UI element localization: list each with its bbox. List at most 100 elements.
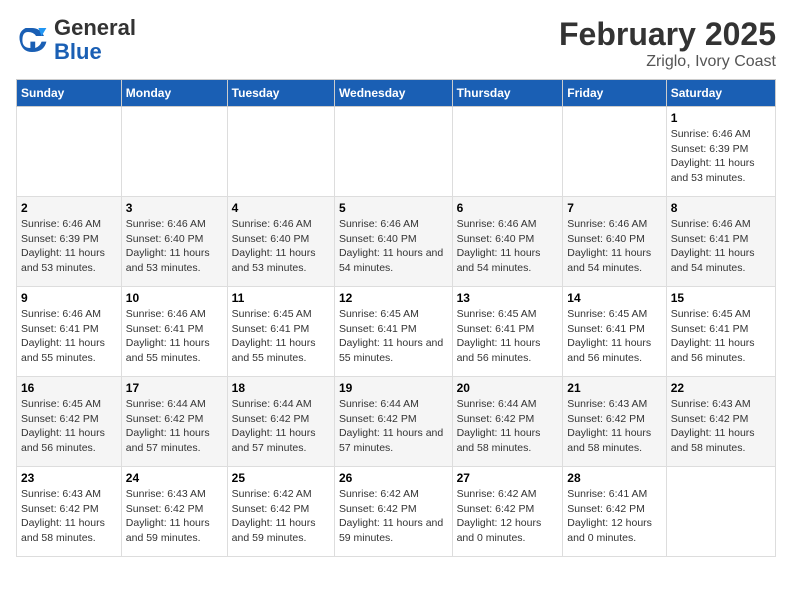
day-number: 18: [232, 381, 330, 395]
day-number: 5: [339, 201, 448, 215]
page-header: General Blue February 2025 Zriglo, Ivory…: [16, 16, 776, 71]
logo-text: General Blue: [54, 16, 136, 64]
page-subtitle: Zriglo, Ivory Coast: [559, 53, 776, 71]
calendar-cell: [227, 107, 334, 197]
day-number: 20: [457, 381, 559, 395]
day-number: 10: [126, 291, 223, 305]
day-number: 9: [21, 291, 117, 305]
day-number: 23: [21, 471, 117, 485]
day-detail: Sunrise: 6:45 AM Sunset: 6:41 PM Dayligh…: [671, 307, 771, 366]
day-detail: Sunrise: 6:43 AM Sunset: 6:42 PM Dayligh…: [567, 397, 661, 456]
day-number: 26: [339, 471, 448, 485]
calendar-cell: 18 Sunrise: 6:44 AM Sunset: 6:42 PM Dayli…: [227, 377, 334, 467]
day-detail: Sunrise: 6:41 AM Sunset: 6:42 PM Dayligh…: [567, 487, 661, 546]
day-detail: Sunrise: 6:42 AM Sunset: 6:42 PM Dayligh…: [339, 487, 448, 546]
day-detail: Sunrise: 6:46 AM Sunset: 6:39 PM Dayligh…: [671, 127, 771, 186]
day-detail: Sunrise: 6:46 AM Sunset: 6:40 PM Dayligh…: [339, 217, 448, 276]
day-number: 15: [671, 291, 771, 305]
calendar-week-2: 2 Sunrise: 6:46 AM Sunset: 6:39 PM Daylig…: [17, 197, 776, 287]
day-detail: Sunrise: 6:44 AM Sunset: 6:42 PM Dayligh…: [126, 397, 223, 456]
day-detail: Sunrise: 6:44 AM Sunset: 6:42 PM Dayligh…: [232, 397, 330, 456]
calendar-cell: 27Sunrise: 6:42 AM Sunset: 6:42 PM Dayli…: [452, 467, 563, 557]
calendar-cell: 5 Sunrise: 6:46 AM Sunset: 6:40 PM Daylig…: [334, 197, 452, 287]
day-detail: Sunrise: 6:46 AM Sunset: 6:41 PM Dayligh…: [126, 307, 223, 366]
calendar-cell: 12 Sunrise: 6:45 AM Sunset: 6:41 PM Dayli…: [334, 287, 452, 377]
day-number: 4: [232, 201, 330, 215]
calendar-table: SundayMondayTuesdayWednesdayThursdayFrid…: [16, 79, 776, 557]
logo-icon: [16, 24, 48, 56]
calendar-cell: 4 Sunrise: 6:46 AM Sunset: 6:40 PM Daylig…: [227, 197, 334, 287]
day-number: 21: [567, 381, 661, 395]
calendar-cell: 25 Sunrise: 6:42 AM Sunset: 6:42 PM Dayli…: [227, 467, 334, 557]
calendar-cell: [563, 107, 666, 197]
calendar-cell: 8Sunrise: 6:46 AM Sunset: 6:41 PM Daylig…: [666, 197, 775, 287]
logo: General Blue: [16, 16, 136, 64]
calendar-week-1: 1 Sunrise: 6:46 AM Sunset: 6:39 PM Daylig…: [17, 107, 776, 197]
day-detail: Sunrise: 6:45 AM Sunset: 6:42 PM Dayligh…: [21, 397, 117, 456]
day-number: 3: [126, 201, 223, 215]
day-detail: Sunrise: 6:46 AM Sunset: 6:41 PM Dayligh…: [21, 307, 117, 366]
day-detail: Sunrise: 6:45 AM Sunset: 6:41 PM Dayligh…: [339, 307, 448, 366]
logo-general: General: [54, 15, 136, 40]
calendar-cell: 24Sunrise: 6:43 AM Sunset: 6:42 PM Dayli…: [121, 467, 227, 557]
calendar-cell: 16 Sunrise: 6:45 AM Sunset: 6:42 PM Dayli…: [17, 377, 122, 467]
header-monday: Monday: [121, 80, 227, 107]
calendar-cell: 11 Sunrise: 6:45 AM Sunset: 6:41 PM Dayli…: [227, 287, 334, 377]
calendar-cell: 10 Sunrise: 6:46 AM Sunset: 6:41 PM Dayli…: [121, 287, 227, 377]
header-saturday: Saturday: [666, 80, 775, 107]
day-number: 12: [339, 291, 448, 305]
calendar-header-row: SundayMondayTuesdayWednesdayThursdayFrid…: [17, 80, 776, 107]
day-number: 27: [457, 471, 559, 485]
header-sunday: Sunday: [17, 80, 122, 107]
day-number: 24: [126, 471, 223, 485]
calendar-cell: 9 Sunrise: 6:46 AM Sunset: 6:41 PM Daylig…: [17, 287, 122, 377]
logo-blue: Blue: [54, 39, 102, 64]
day-number: 16: [21, 381, 117, 395]
day-number: 1: [671, 111, 771, 125]
calendar-cell: 17Sunrise: 6:44 AM Sunset: 6:42 PM Dayli…: [121, 377, 227, 467]
day-detail: Sunrise: 6:43 AM Sunset: 6:42 PM Dayligh…: [671, 397, 771, 456]
day-detail: Sunrise: 6:42 AM Sunset: 6:42 PM Dayligh…: [232, 487, 330, 546]
header-wednesday: Wednesday: [334, 80, 452, 107]
calendar-cell: 26 Sunrise: 6:42 AM Sunset: 6:42 PM Dayli…: [334, 467, 452, 557]
day-detail: Sunrise: 6:45 AM Sunset: 6:41 PM Dayligh…: [232, 307, 330, 366]
day-number: 7: [567, 201, 661, 215]
day-detail: Sunrise: 6:43 AM Sunset: 6:42 PM Dayligh…: [21, 487, 117, 546]
day-number: 13: [457, 291, 559, 305]
calendar-cell: 20 Sunrise: 6:44 AM Sunset: 6:42 PM Dayli…: [452, 377, 563, 467]
calendar-cell: 1 Sunrise: 6:46 AM Sunset: 6:39 PM Daylig…: [666, 107, 775, 197]
page-title: February 2025: [559, 16, 776, 53]
day-number: 25: [232, 471, 330, 485]
day-detail: Sunrise: 6:45 AM Sunset: 6:41 PM Dayligh…: [457, 307, 559, 366]
calendar-cell: 22 Sunrise: 6:43 AM Sunset: 6:42 PM Dayli…: [666, 377, 775, 467]
calendar-cell: 15 Sunrise: 6:45 AM Sunset: 6:41 PM Dayli…: [666, 287, 775, 377]
header-friday: Friday: [563, 80, 666, 107]
calendar-cell: 6 Sunrise: 6:46 AM Sunset: 6:40 PM Daylig…: [452, 197, 563, 287]
day-detail: Sunrise: 6:46 AM Sunset: 6:39 PM Dayligh…: [21, 217, 117, 276]
calendar-cell: [334, 107, 452, 197]
title-block: February 2025 Zriglo, Ivory Coast: [559, 16, 776, 71]
day-number: 8: [671, 201, 771, 215]
calendar-week-3: 9 Sunrise: 6:46 AM Sunset: 6:41 PM Daylig…: [17, 287, 776, 377]
calendar-cell: 7 Sunrise: 6:46 AM Sunset: 6:40 PM Daylig…: [563, 197, 666, 287]
day-number: 11: [232, 291, 330, 305]
day-detail: Sunrise: 6:46 AM Sunset: 6:40 PM Dayligh…: [567, 217, 661, 276]
day-detail: Sunrise: 6:44 AM Sunset: 6:42 PM Dayligh…: [457, 397, 559, 456]
calendar-cell: 3 Sunrise: 6:46 AM Sunset: 6:40 PM Daylig…: [121, 197, 227, 287]
header-tuesday: Tuesday: [227, 80, 334, 107]
day-detail: Sunrise: 6:46 AM Sunset: 6:40 PM Dayligh…: [126, 217, 223, 276]
calendar-cell: 2 Sunrise: 6:46 AM Sunset: 6:39 PM Daylig…: [17, 197, 122, 287]
day-number: 6: [457, 201, 559, 215]
calendar-cell: 21 Sunrise: 6:43 AM Sunset: 6:42 PM Dayli…: [563, 377, 666, 467]
day-number: 2: [21, 201, 117, 215]
day-number: 22: [671, 381, 771, 395]
calendar-cell: 28Sunrise: 6:41 AM Sunset: 6:42 PM Dayli…: [563, 467, 666, 557]
calendar-cell: 14 Sunrise: 6:45 AM Sunset: 6:41 PM Dayli…: [563, 287, 666, 377]
day-number: 14: [567, 291, 661, 305]
day-detail: Sunrise: 6:45 AM Sunset: 6:41 PM Dayligh…: [567, 307, 661, 366]
day-detail: Sunrise: 6:46 AM Sunset: 6:40 PM Dayligh…: [232, 217, 330, 276]
calendar-cell: 19Sunrise: 6:44 AM Sunset: 6:42 PM Dayli…: [334, 377, 452, 467]
day-detail: Sunrise: 6:46 AM Sunset: 6:40 PM Dayligh…: [457, 217, 559, 276]
header-thursday: Thursday: [452, 80, 563, 107]
day-number: 19: [339, 381, 448, 395]
